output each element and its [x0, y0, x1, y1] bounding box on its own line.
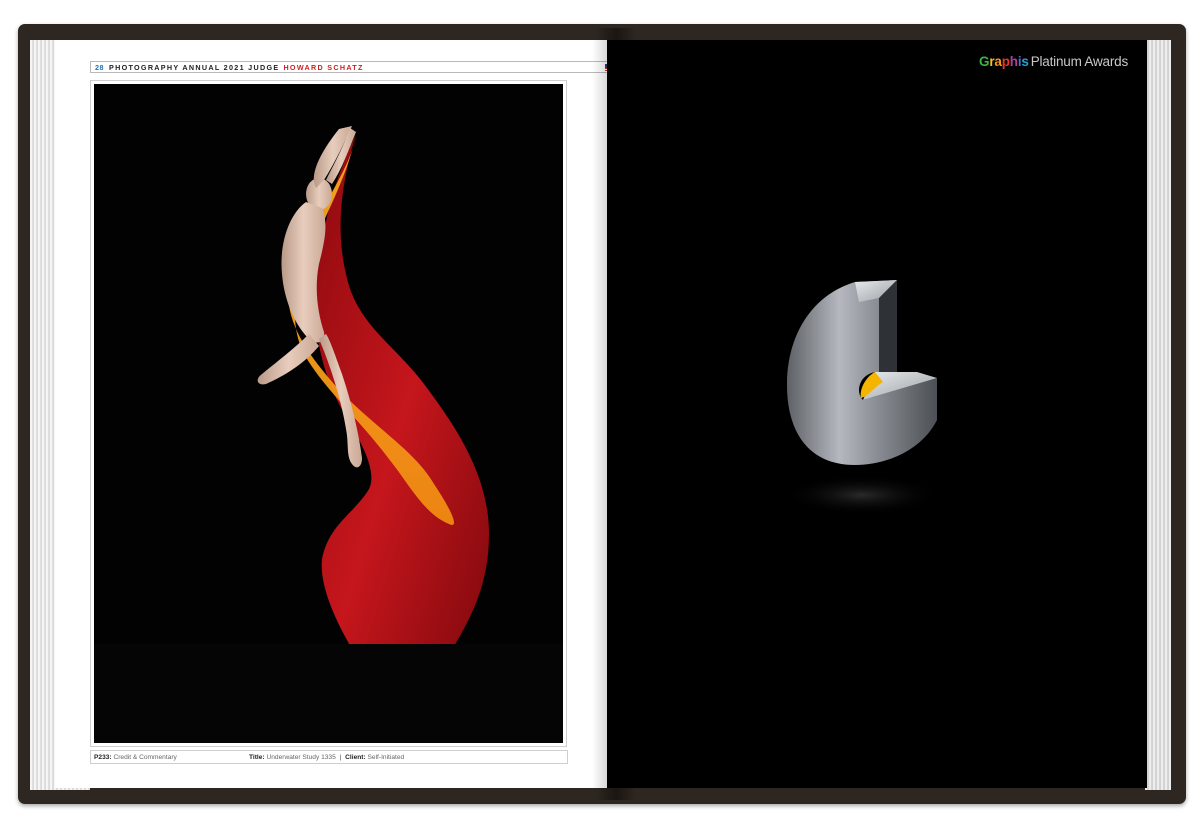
platinum-awards-text: Platinum Awards: [1030, 54, 1129, 69]
judge-name: HOWARD SCHATZ: [283, 62, 364, 72]
caption-separator: |: [339, 753, 342, 761]
credit-info: P233: Credit & Commentary: [94, 754, 249, 761]
title-label: Title:: [249, 753, 265, 761]
platinum-award-trophy: [782, 280, 942, 515]
page-number: 28: [95, 62, 104, 72]
client-label: Client:: [345, 753, 366, 761]
graphis-wordmark: Graphis: [979, 54, 1029, 69]
credit-label: P233:: [94, 753, 112, 761]
title-value: Underwater Study 1335: [266, 753, 336, 761]
dancer-photo: [94, 84, 563, 743]
page-header: 28 PHOTOGRAPHY ANNUAL 2021 JUDGE HOWARD …: [90, 61, 622, 73]
caption-bar: P233: Credit & Commentary Title: Underwa…: [90, 750, 568, 764]
red-fabric: [315, 134, 489, 705]
photo-frame: [90, 80, 567, 747]
client-value: Self-Initiated: [367, 753, 405, 761]
left-page: 28 PHOTOGRAPHY ANNUAL 2021 JUDGE HOWARD …: [55, 40, 622, 788]
right-page: Graphis Platinum Awards: [607, 40, 1147, 788]
logo-letter: p: [1001, 54, 1010, 69]
logo-letter: h: [1009, 54, 1018, 69]
logo-letter: a: [994, 54, 1002, 69]
graphis-platinum-awards-logo: Graphis Platinum Awards: [979, 54, 1128, 69]
annual-title: PHOTOGRAPHY ANNUAL 2021 JUDGE: [109, 62, 280, 72]
title-info: Title: Underwater Study 1335 | Client: S…: [249, 754, 404, 761]
right-page-stack: [1145, 40, 1171, 790]
credit-value: Credit & Commentary: [113, 753, 177, 761]
dancer-illustration: [94, 126, 563, 743]
logo-letter: G: [979, 54, 990, 69]
logo-letter: s: [1021, 54, 1029, 69]
